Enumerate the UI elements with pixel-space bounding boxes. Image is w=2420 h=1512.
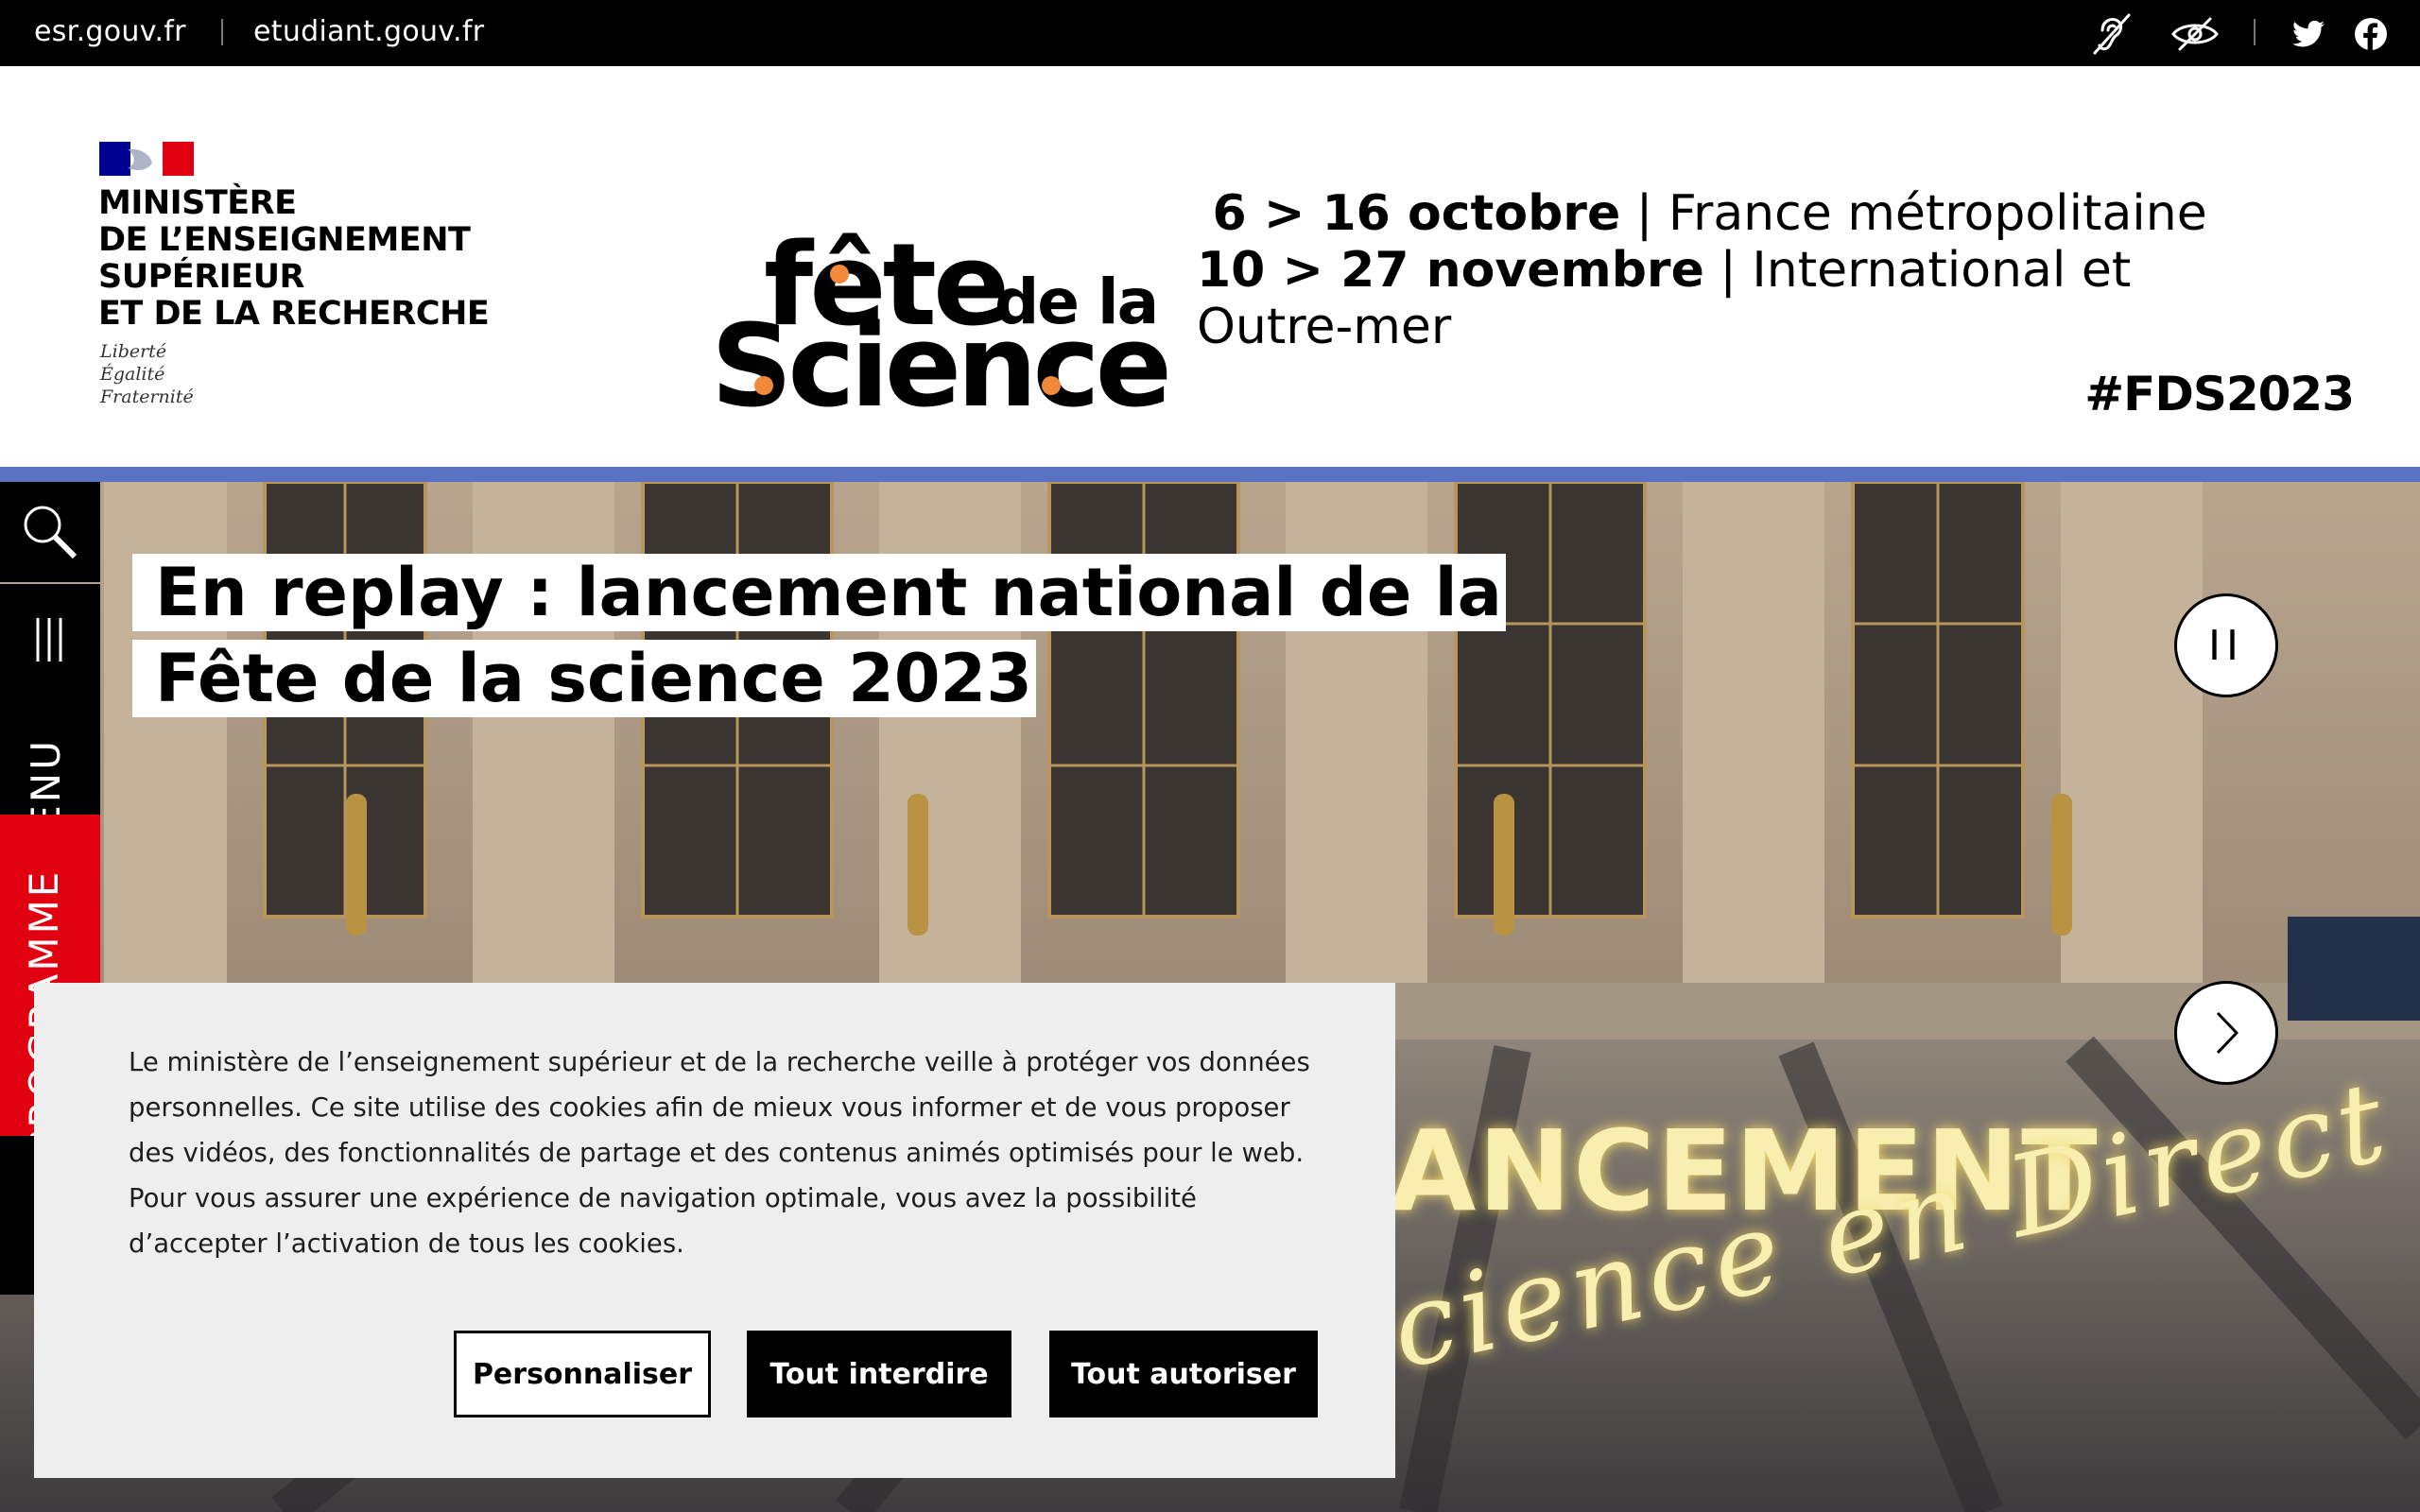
pause-icon: II: [2208, 621, 2244, 670]
motto-line: Fraternité: [100, 387, 194, 407]
dates-range: 10 > 27 novembre: [1197, 242, 1704, 299]
dates-row-outremer: Outre-mer: [1197, 299, 2142, 355]
event-hashtag: #FDS2023: [2084, 367, 2355, 421]
search-icon: [24, 506, 78, 559]
hero-title[interactable]: En replay : lancement national de la Fêt…: [132, 550, 1607, 722]
logo-word-science: Science: [711, 301, 1172, 433]
ministry-line: SUPÉRIEUR: [98, 258, 304, 296]
accept-all-cookies-button[interactable]: Tout autoriser: [1049, 1331, 1318, 1418]
hamburger-icon: [36, 618, 62, 662]
cookie-message-line: personnelles. Ce site utilise des cookie…: [129, 1092, 1290, 1123]
search-button[interactable]: [0, 482, 100, 582]
motto-line: Liberté: [100, 341, 167, 362]
top-bar: esr.gouv.fr etudiant.gouv.fr: [0, 0, 2420, 66]
carousel-pause-button[interactable]: II: [2174, 593, 2278, 697]
dates-region: | France métropolitaine: [1620, 185, 2207, 242]
cookie-message-line: Le ministère de l’enseignement supérieur…: [129, 1047, 1310, 1077]
deny-all-cookies-button[interactable]: Tout interdire: [747, 1331, 1011, 1418]
motto-line: Égalité: [100, 364, 165, 385]
dates-row-international: 10 > 27 novembre | International et: [1197, 242, 2142, 299]
cookie-consent-banner: Le ministère de l’enseignement supérieur…: [34, 983, 1395, 1478]
topbar-separator: [2254, 19, 2256, 45]
ministry-name[interactable]: MINISTÈRE DE L’ENSEIGNEMENT SUPÉRIEUR ET…: [98, 185, 514, 333]
cookie-message-line: Pour vous assurer une expérience de navi…: [129, 1183, 1197, 1213]
site-header: MINISTÈRE DE L’ENSEIGNEMENT SUPÉRIEUR ET…: [0, 66, 2420, 467]
visually-impaired-icon[interactable]: [2170, 9, 2220, 59]
logo-orange-dot: [830, 265, 849, 284]
twitter-icon[interactable]: [2284, 9, 2333, 59]
topbar-separator: [221, 19, 223, 45]
chevron-right-icon: [2216, 1011, 2239, 1055]
dates-row-metropole: 6 > 16 octobre | France métropolitaine: [1197, 185, 2207, 242]
fete-de-la-science-logo[interactable]: fête de la Science: [711, 170, 1172, 433]
dates-range: 6 > 16 octobre: [1212, 185, 1621, 242]
marianne-flag-logo[interactable]: [99, 142, 194, 176]
ministry-line: MINISTÈRE: [98, 184, 297, 222]
ministry-line: ET DE LA RECHERCHE: [98, 295, 490, 333]
dates-region: Outre-mer: [1197, 299, 1452, 355]
carousel-next-button[interactable]: [2174, 981, 2278, 1085]
dates-region: | International et: [1703, 242, 2132, 299]
logo-orange-dot: [1042, 376, 1061, 395]
customize-cookies-button[interactable]: Personnaliser: [454, 1331, 711, 1418]
republic-motto: Liberté Égalité Fraternité: [100, 340, 194, 408]
cookie-message-line: des vidéos, des fonctionnalités de parta…: [129, 1138, 1305, 1168]
cookie-message: Le ministère de l’enseignement supérieur…: [129, 1040, 1357, 1266]
topbar-link-esr[interactable]: esr.gouv.fr: [34, 15, 186, 48]
ministry-line: DE L’ENSEIGNEMENT: [98, 221, 471, 259]
facebook-icon[interactable]: [2346, 9, 2395, 59]
event-dates: 6 > 16 octobre | France métropolitaine 1…: [1197, 185, 2207, 355]
cookie-message-line: d’accepter l’activation de tous les cook…: [129, 1228, 684, 1259]
hero-title-text: En replay : lancement national de la Fêt…: [132, 554, 1506, 717]
header-accent-rule: [0, 467, 2420, 482]
logo-orange-dot: [754, 376, 773, 395]
topbar-link-etudiant[interactable]: etudiant.gouv.fr: [253, 15, 484, 48]
hearing-impaired-icon[interactable]: [2087, 9, 2136, 59]
